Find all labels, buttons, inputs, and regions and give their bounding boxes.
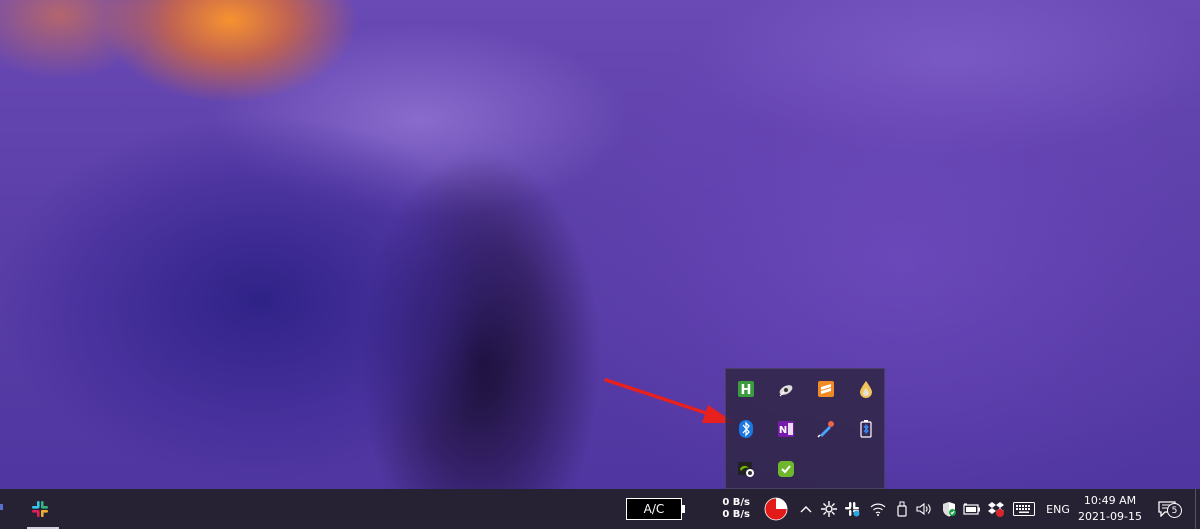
slack-taskbar-button[interactable] — [24, 489, 56, 529]
volume-icon[interactable] — [914, 489, 934, 529]
input-language-indicator[interactable]: ENG — [1041, 489, 1075, 529]
clock-date: 2021-09-15 — [1078, 510, 1142, 523]
wifi-icon[interactable] — [868, 489, 888, 529]
dropbox-icon[interactable] — [986, 489, 1006, 529]
taskbar-edge-indicator — [0, 504, 3, 510]
notification-count: 5 — [1171, 505, 1178, 516]
touch-keyboard-icon[interactable] — [1011, 489, 1037, 529]
clock[interactable]: 10:49 AM 2021-09-15 — [1077, 489, 1143, 529]
show-desktop-button[interactable] — [1195, 489, 1196, 529]
notification-count-badge: 5 — [1167, 503, 1182, 518]
battery-nub — [682, 505, 685, 513]
radar-satellite-icon[interactable] — [766, 369, 806, 409]
nvidia-icon[interactable] — [726, 449, 766, 489]
empty-slot — [806, 449, 846, 489]
bluetooth-battery-icon[interactable] — [846, 409, 886, 449]
network-speed-meter[interactable]: 0 B/s 0 B/s — [708, 489, 750, 529]
ink-drop-icon[interactable] — [846, 369, 886, 409]
desktop-wallpaper — [0, 0, 1200, 489]
network-settings-icon[interactable] — [819, 489, 839, 529]
cpu-usage-pie-icon[interactable] — [763, 489, 789, 529]
hwmonitor-icon[interactable]: H — [726, 369, 766, 409]
empty-slot — [846, 449, 886, 489]
battery-icon[interactable] — [962, 489, 982, 529]
show-hidden-icons-chevron-icon[interactable] — [796, 489, 816, 529]
green-check-icon[interactable] — [766, 449, 806, 489]
usb-device-icon[interactable] — [892, 489, 912, 529]
mail-rocket-icon[interactable] — [806, 409, 846, 449]
clock-time: 10:49 AM — [1083, 494, 1137, 507]
security-shield-icon[interactable] — [939, 489, 959, 529]
svg-text:N: N — [779, 425, 787, 436]
onenote-icon[interactable]: N — [766, 409, 806, 449]
svg-text:H: H — [741, 383, 752, 397]
slack-icon — [32, 501, 48, 517]
sublime-text-icon[interactable] — [806, 369, 846, 409]
language-label: ENG — [1046, 502, 1070, 516]
slack-tray-icon[interactable] — [842, 489, 862, 529]
taskbar: A/C 0 B/s 0 B/s ENG 10:49 AM 2021-09-15 — [0, 489, 1200, 529]
download-speed: 0 B/s — [722, 509, 750, 520]
upload-speed: 0 B/s — [722, 497, 750, 508]
battery-label: A/C — [643, 502, 665, 516]
battery-status-widget[interactable]: A/C — [626, 498, 682, 520]
tray-overflow-panel: H N — [725, 368, 885, 489]
bluetooth-icon[interactable] — [726, 409, 766, 449]
